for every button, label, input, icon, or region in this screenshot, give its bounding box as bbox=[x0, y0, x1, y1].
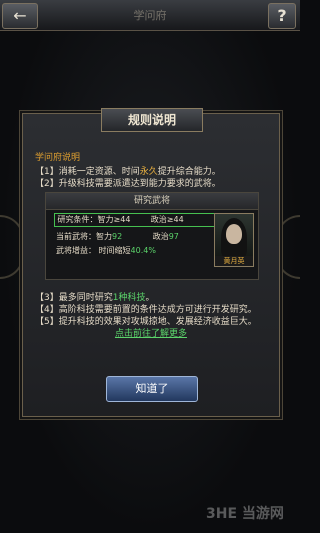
req-int: 智力≥44 bbox=[97, 215, 131, 224]
rule-line-2: 【2】升级科技需要派遣达到能力要求的武将。 bbox=[35, 179, 221, 189]
section-title: 学问府说明 bbox=[35, 153, 81, 163]
question-icon: ? bbox=[277, 6, 287, 25]
rules-dialog: 规则说明 学问府说明 【1】消耗一定资源、时间永久提升综合能力。 【2】升级科技… bbox=[22, 108, 280, 417]
cur-int-val: 92 bbox=[112, 232, 123, 241]
top-bar: ← 学问府 ? bbox=[0, 0, 300, 31]
help-button[interactable]: ? bbox=[268, 3, 296, 29]
requirement-row: 研究条件：智力≥44 政治≥44 bbox=[54, 213, 236, 227]
panel-title: 研究武将 bbox=[46, 193, 258, 210]
learn-more-link[interactable]: 点击前往了解更多 bbox=[23, 326, 279, 339]
bonus-row: 武将增益： 时间缩短40.4% bbox=[56, 245, 156, 256]
bonus-label: 武将增益： bbox=[56, 246, 96, 255]
current-general-row: 当前武将：智力92 政治97 bbox=[56, 231, 179, 242]
cur-int-label: 智力 bbox=[96, 232, 112, 241]
bonus-text: 时间缩短 bbox=[98, 246, 131, 255]
watermark: 3HE 当游网 bbox=[206, 506, 284, 522]
dialog-title: 规则说明 bbox=[101, 108, 203, 132]
back-arrow-icon: ← bbox=[13, 6, 27, 25]
cur-label: 当前武将： bbox=[56, 232, 96, 241]
cur-pol-val: 97 bbox=[168, 232, 179, 241]
portrait-name: 黄月英 bbox=[215, 256, 253, 266]
general-portrait[interactable]: 黄月英 bbox=[214, 213, 254, 267]
ok-button[interactable]: 知道了 bbox=[106, 376, 198, 402]
req-pol: 政治≥44 bbox=[150, 215, 184, 224]
page-title: 学问府 bbox=[133, 9, 167, 22]
back-button[interactable]: ← bbox=[2, 3, 38, 29]
req-label: 研究条件： bbox=[57, 215, 98, 224]
bonus-val: 40.4% bbox=[130, 246, 156, 255]
cur-pol-label: 政治 bbox=[152, 232, 169, 241]
face-shape bbox=[226, 224, 242, 244]
research-general-panel: 研究武将 研究条件：智力≥44 政治≥44 当前武将：智力92 政治97 武将增… bbox=[45, 192, 259, 280]
